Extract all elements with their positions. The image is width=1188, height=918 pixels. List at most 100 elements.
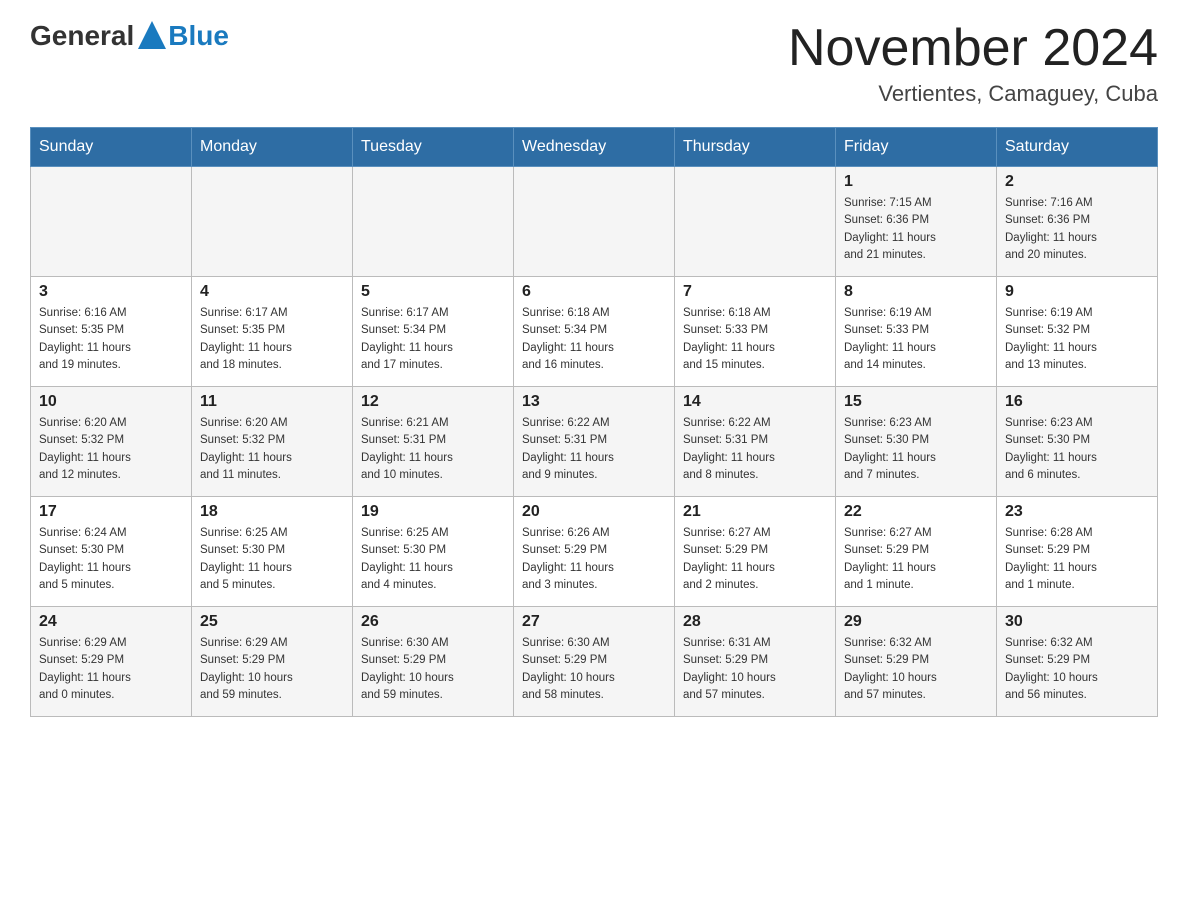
day-number: 18 bbox=[200, 503, 344, 521]
calendar-day-cell: 18 Sunrise: 6:25 AMSunset: 5:30 PMDayligh… bbox=[192, 497, 353, 607]
day-number: 12 bbox=[361, 393, 505, 411]
day-info: Sunrise: 6:23 AMSunset: 5:30 PMDaylight:… bbox=[1005, 415, 1149, 484]
calendar-day-header: Saturday bbox=[997, 128, 1158, 167]
calendar-week-row: 10 Sunrise: 6:20 AMSunset: 5:32 PMDayligh… bbox=[31, 387, 1158, 497]
day-info: Sunrise: 6:18 AMSunset: 5:34 PMDaylight:… bbox=[522, 305, 666, 374]
calendar-day-header: Monday bbox=[192, 128, 353, 167]
day-number: 4 bbox=[200, 283, 344, 301]
calendar-day-header: Sunday bbox=[31, 128, 192, 167]
calendar-day-cell: 6 Sunrise: 6:18 AMSunset: 5:34 PMDaylight… bbox=[514, 277, 675, 387]
day-number: 14 bbox=[683, 393, 827, 411]
calendar-week-row: 1Sunrise: 7:15 AMSunset: 6:36 PMDaylight… bbox=[31, 167, 1158, 277]
day-number: 26 bbox=[361, 613, 505, 631]
day-number: 28 bbox=[683, 613, 827, 631]
day-info: Sunrise: 6:18 AMSunset: 5:33 PMDaylight:… bbox=[683, 305, 827, 374]
calendar-week-row: 3 Sunrise: 6:16 AMSunset: 5:35 PMDaylight… bbox=[31, 277, 1158, 387]
day-number: 27 bbox=[522, 613, 666, 631]
calendar-day-cell: 19Sunrise: 6:25 AMSunset: 5:30 PMDayligh… bbox=[353, 497, 514, 607]
day-info: Sunrise: 6:19 AMSunset: 5:32 PMDaylight:… bbox=[1005, 305, 1149, 374]
day-info: Sunrise: 6:22 AMSunset: 5:31 PMDaylight:… bbox=[683, 415, 827, 484]
day-info: Sunrise: 6:27 AMSunset: 5:29 PMDaylight:… bbox=[683, 525, 827, 594]
calendar-day-cell: 16 Sunrise: 6:23 AMSunset: 5:30 PMDayligh… bbox=[997, 387, 1158, 497]
day-info: Sunrise: 6:26 AMSunset: 5:29 PMDaylight:… bbox=[522, 525, 666, 594]
day-number: 7 bbox=[683, 283, 827, 301]
month-title: November 2024 bbox=[788, 20, 1158, 77]
day-number: 29 bbox=[844, 613, 988, 631]
day-number: 16 bbox=[1005, 393, 1149, 411]
calendar-day-header: Thursday bbox=[675, 128, 836, 167]
logo: General Blue bbox=[30, 20, 229, 52]
day-number: 22 bbox=[844, 503, 988, 521]
day-number: 10 bbox=[39, 393, 183, 411]
day-info: Sunrise: 6:22 AMSunset: 5:31 PMDaylight:… bbox=[522, 415, 666, 484]
calendar-week-row: 24 Sunrise: 6:29 AMSunset: 5:29 PMDayligh… bbox=[31, 607, 1158, 717]
calendar-day-header: Friday bbox=[836, 128, 997, 167]
day-info: Sunrise: 6:30 AMSunset: 5:29 PMDaylight:… bbox=[361, 635, 505, 704]
day-number: 2 bbox=[1005, 173, 1149, 191]
day-info: Sunrise: 6:30 AMSunset: 5:29 PMDaylight:… bbox=[522, 635, 666, 704]
page-header: General Blue November 2024 Vertientes, C… bbox=[30, 20, 1158, 107]
calendar-day-cell: 22 Sunrise: 6:27 AMSunset: 5:29 PMDayligh… bbox=[836, 497, 997, 607]
day-number: 8 bbox=[844, 283, 988, 301]
calendar-day-cell bbox=[31, 167, 192, 277]
calendar-day-cell: 5 Sunrise: 6:17 AMSunset: 5:34 PMDaylight… bbox=[353, 277, 514, 387]
day-number: 1 bbox=[844, 173, 988, 191]
calendar-day-cell: 9 Sunrise: 6:19 AMSunset: 5:32 PMDaylight… bbox=[997, 277, 1158, 387]
day-number: 13 bbox=[522, 393, 666, 411]
logo-triangle-icon bbox=[138, 21, 166, 49]
calendar-day-cell: 30 Sunrise: 6:32 AMSunset: 5:29 PMDayligh… bbox=[997, 607, 1158, 717]
calendar-header-row: SundayMondayTuesdayWednesdayThursdayFrid… bbox=[31, 128, 1158, 167]
day-number: 3 bbox=[39, 283, 183, 301]
title-section: November 2024 Vertientes, Camaguey, Cuba bbox=[788, 20, 1158, 107]
day-number: 6 bbox=[522, 283, 666, 301]
day-info: Sunrise: 6:31 AMSunset: 5:29 PMDaylight:… bbox=[683, 635, 827, 704]
day-info: Sunrise: 6:25 AMSunset: 5:30 PMDaylight:… bbox=[200, 525, 344, 594]
day-info: Sunrise: 6:27 AMSunset: 5:29 PMDaylight:… bbox=[844, 525, 988, 594]
calendar-day-cell: 14 Sunrise: 6:22 AMSunset: 5:31 PMDayligh… bbox=[675, 387, 836, 497]
calendar-day-cell: 15Sunrise: 6:23 AMSunset: 5:30 PMDayligh… bbox=[836, 387, 997, 497]
day-info: Sunrise: 6:19 AMSunset: 5:33 PMDaylight:… bbox=[844, 305, 988, 374]
calendar-day-header: Wednesday bbox=[514, 128, 675, 167]
calendar-day-cell: 13 Sunrise: 6:22 AMSunset: 5:31 PMDayligh… bbox=[514, 387, 675, 497]
calendar-day-cell: 4 Sunrise: 6:17 AMSunset: 5:35 PMDaylight… bbox=[192, 277, 353, 387]
calendar-day-cell: 28 Sunrise: 6:31 AMSunset: 5:29 PMDayligh… bbox=[675, 607, 836, 717]
day-info: Sunrise: 6:32 AMSunset: 5:29 PMDaylight:… bbox=[844, 635, 988, 704]
calendar-day-cell: 23 Sunrise: 6:28 AMSunset: 5:29 PMDayligh… bbox=[997, 497, 1158, 607]
day-info: Sunrise: 6:21 AMSunset: 5:31 PMDaylight:… bbox=[361, 415, 505, 484]
calendar-day-cell bbox=[192, 167, 353, 277]
calendar-week-row: 17 Sunrise: 6:24 AMSunset: 5:30 PMDayligh… bbox=[31, 497, 1158, 607]
day-info: Sunrise: 7:16 AMSunset: 6:36 PMDaylight:… bbox=[1005, 195, 1149, 264]
day-info: Sunrise: 6:32 AMSunset: 5:29 PMDaylight:… bbox=[1005, 635, 1149, 704]
day-info: Sunrise: 6:28 AMSunset: 5:29 PMDaylight:… bbox=[1005, 525, 1149, 594]
day-number: 20 bbox=[522, 503, 666, 521]
day-number: 17 bbox=[39, 503, 183, 521]
day-info: Sunrise: 6:17 AMSunset: 5:35 PMDaylight:… bbox=[200, 305, 344, 374]
calendar-day-cell: 21 Sunrise: 6:27 AMSunset: 5:29 PMDayligh… bbox=[675, 497, 836, 607]
calendar-day-cell: 24Sunrise: 6:29 AMSunset: 5:29 PMDayligh… bbox=[31, 607, 192, 717]
calendar-day-cell: 29 Sunrise: 6:32 AMSunset: 5:29 PMDayligh… bbox=[836, 607, 997, 717]
calendar-day-cell: 20 Sunrise: 6:26 AMSunset: 5:29 PMDayligh… bbox=[514, 497, 675, 607]
day-number: 9 bbox=[1005, 283, 1149, 301]
day-number: 30 bbox=[1005, 613, 1149, 631]
day-info: Sunrise: 6:24 AMSunset: 5:30 PMDaylight:… bbox=[39, 525, 183, 594]
calendar-day-cell: 12 Sunrise: 6:21 AMSunset: 5:31 PMDayligh… bbox=[353, 387, 514, 497]
calendar-day-cell: 26 Sunrise: 6:30 AMSunset: 5:29 PMDayligh… bbox=[353, 607, 514, 717]
calendar-day-cell bbox=[675, 167, 836, 277]
day-number: 24 bbox=[39, 613, 183, 631]
calendar-day-cell bbox=[514, 167, 675, 277]
day-number: 23 bbox=[1005, 503, 1149, 521]
day-number: 5 bbox=[361, 283, 505, 301]
day-number: 15 bbox=[844, 393, 988, 411]
calendar-day-header: Tuesday bbox=[353, 128, 514, 167]
logo-blue-text: Blue bbox=[168, 20, 229, 52]
day-number: 21 bbox=[683, 503, 827, 521]
day-number: 11 bbox=[200, 393, 344, 411]
day-info: Sunrise: 6:17 AMSunset: 5:34 PMDaylight:… bbox=[361, 305, 505, 374]
calendar-day-cell: 3 Sunrise: 6:16 AMSunset: 5:35 PMDaylight… bbox=[31, 277, 192, 387]
day-info: Sunrise: 6:20 AMSunset: 5:32 PMDaylight:… bbox=[200, 415, 344, 484]
day-info: Sunrise: 6:16 AMSunset: 5:35 PMDaylight:… bbox=[39, 305, 183, 374]
calendar-day-cell: 25Sunrise: 6:29 AMSunset: 5:29 PMDayligh… bbox=[192, 607, 353, 717]
calendar-day-cell: 7 Sunrise: 6:18 AMSunset: 5:33 PMDaylight… bbox=[675, 277, 836, 387]
calendar-table: SundayMondayTuesdayWednesdayThursdayFrid… bbox=[30, 127, 1158, 717]
day-info: Sunrise: 6:29 AMSunset: 5:29 PMDaylight:… bbox=[200, 635, 344, 704]
